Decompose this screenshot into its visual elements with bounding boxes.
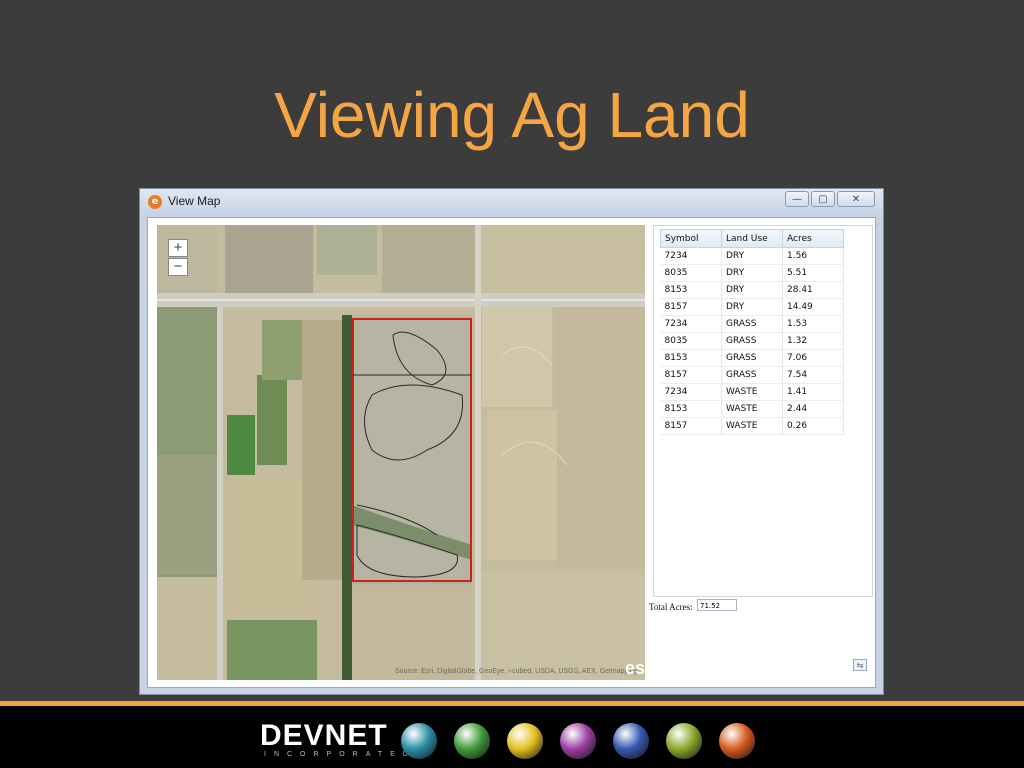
column-header-symbol[interactable]: Symbol: [660, 229, 722, 248]
cell-symbol: 8157: [660, 417, 722, 435]
cell-land-use: DRY: [721, 298, 783, 316]
cell-land-use: GRASS: [721, 349, 783, 367]
map-attribution: Source: Esri, DigitalGlobe, GeoEye, i-cu…: [395, 668, 638, 675]
table-row[interactable]: 8157 DRY 14.49: [660, 298, 844, 316]
blue-ball-icon: [613, 723, 649, 759]
table-row[interactable]: 7234 GRASS 1.53: [660, 315, 844, 333]
teal-ball-icon: [401, 723, 437, 759]
cell-acres: 7.06: [782, 349, 844, 367]
cell-acres: 1.41: [782, 383, 844, 401]
minimize-button[interactable]: —: [785, 191, 809, 207]
export-icon[interactable]: ⇆: [853, 659, 867, 671]
purple-ball-icon: [560, 723, 596, 759]
esri-logo: esri: [625, 658, 645, 678]
cell-acres: 1.32: [782, 332, 844, 350]
cell-symbol: 8035: [660, 332, 722, 350]
slide-title: Viewing Ag Land: [274, 79, 750, 151]
devnet-logo: DEVNET: [260, 719, 388, 752]
cell-land-use: WASTE: [721, 400, 783, 418]
lime-ball-icon: [666, 723, 702, 759]
cell-symbol: 7234: [660, 247, 722, 265]
window-title: View Map: [168, 194, 221, 208]
cell-symbol: 8035: [660, 264, 722, 282]
cell-symbol: 7234: [660, 315, 722, 333]
table-row[interactable]: 8153 GRASS 7.06: [660, 349, 844, 367]
cell-symbol: 8153: [660, 400, 722, 418]
table-row[interactable]: 8153 DRY 28.41: [660, 281, 844, 299]
cell-acres: 14.49: [782, 298, 844, 316]
table-row[interactable]: 8035 GRASS 1.32: [660, 332, 844, 350]
cell-acres: 7.54: [782, 366, 844, 384]
table-row[interactable]: 8157 GRASS 7.54: [660, 366, 844, 384]
land-use-table-panel: Symbol Land Use Acres 7234 DRY 1.56 8035 DR…: [653, 225, 873, 597]
cell-acres: 1.56: [782, 247, 844, 265]
table-row[interactable]: 8153 WASTE 2.44: [660, 400, 844, 418]
total-acres-label: Total Acres:: [649, 602, 693, 612]
total-acres-field[interactable]: 71.52: [697, 599, 737, 611]
cell-land-use: GRASS: [721, 366, 783, 384]
cell-symbol: 8157: [660, 298, 722, 316]
cell-acres: 0.26: [782, 417, 844, 435]
cell-symbol: 8157: [660, 366, 722, 384]
cell-land-use: WASTE: [721, 383, 783, 401]
cell-symbol: 7234: [660, 383, 722, 401]
cell-acres: 28.41: [782, 281, 844, 299]
map-imagery: [157, 225, 645, 680]
window-titlebar[interactable]: e View Map — ▢ ✕: [140, 189, 883, 215]
cell-acres: 5.51: [782, 264, 844, 282]
cell-land-use: GRASS: [721, 315, 783, 333]
zoom-out-button[interactable]: −: [168, 258, 188, 276]
window-client-area: + − Source: Esri, DigitalGlobe, GeoEye, …: [147, 217, 876, 688]
satellite-map[interactable]: + − Source: Esri, DigitalGlobe, GeoEye, …: [157, 225, 645, 680]
table-row[interactable]: 8157 WASTE 0.26: [660, 417, 844, 435]
cell-land-use: DRY: [721, 264, 783, 282]
cell-symbol: 8153: [660, 349, 722, 367]
close-button[interactable]: ✕: [837, 191, 875, 207]
maximize-button[interactable]: ▢: [811, 191, 835, 207]
cell-land-use: DRY: [721, 247, 783, 265]
column-header-land-use[interactable]: Land Use: [721, 229, 783, 248]
yellow-ball-icon: [507, 723, 543, 759]
orange-ball-icon: [719, 723, 755, 759]
footer-accent-line: [0, 701, 1024, 706]
land-use-table: Symbol Land Use Acres 7234 DRY 1.56 8035 DR…: [660, 229, 844, 435]
cell-land-use: GRASS: [721, 332, 783, 350]
cell-symbol: 8153: [660, 281, 722, 299]
devnet-logo-subtitle: INCORPORATED: [264, 751, 416, 758]
column-header-acres[interactable]: Acres: [782, 229, 844, 248]
cell-acres: 1.53: [782, 315, 844, 333]
zoom-in-button[interactable]: +: [168, 239, 188, 257]
table-row[interactable]: 8035 DRY 5.51: [660, 264, 844, 282]
cell-acres: 2.44: [782, 400, 844, 418]
table-header-row: Symbol Land Use Acres: [660, 229, 844, 248]
slide-footer: DEVNET INCORPORATED: [0, 701, 1024, 768]
cell-land-use: WASTE: [721, 417, 783, 435]
table-row[interactable]: 7234 DRY 1.56: [660, 247, 844, 265]
app-icon: e: [148, 195, 162, 209]
view-map-window: e View Map — ▢ ✕ + − Source: Esri, Digit…: [139, 188, 884, 695]
green-ball-icon: [454, 723, 490, 759]
table-row[interactable]: 7234 WASTE 1.41: [660, 383, 844, 401]
cell-land-use: DRY: [721, 281, 783, 299]
